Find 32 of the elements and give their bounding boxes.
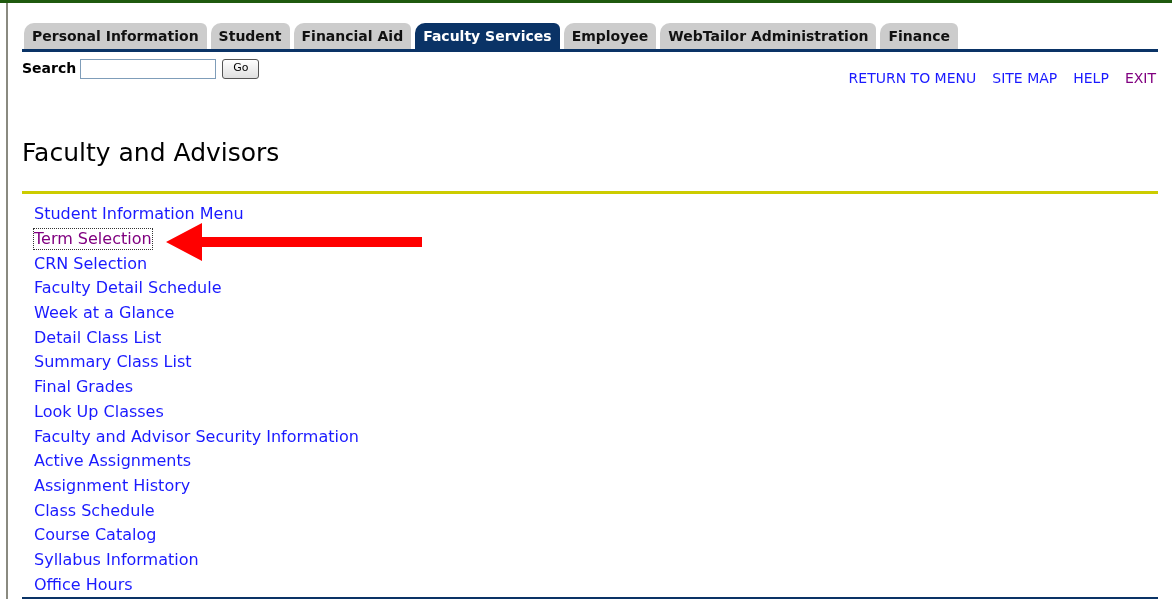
nav-link[interactable]: SITE MAP	[992, 67, 1058, 89]
menu-link[interactable]: Syllabus Information	[34, 549, 199, 570]
menu-link[interactable]: Term Selection	[34, 229, 152, 250]
menu-link[interactable]: Office Hours	[34, 574, 133, 595]
menu-link[interactable]: Look Up Classes	[34, 401, 164, 422]
tab[interactable]: Finance	[880, 23, 958, 49]
menu-link[interactable]: Faculty and Advisor Security Information	[34, 426, 359, 447]
nav-link[interactable]: RETURN TO MENU	[848, 67, 977, 89]
menu-link[interactable]: Assignment History	[34, 475, 191, 496]
menu-link[interactable]: Active Assignments	[34, 451, 192, 472]
menu-link[interactable]: Detail Class List	[34, 327, 162, 348]
tab[interactable]: Employee	[563, 23, 657, 49]
menu-link[interactable]: Class Schedule	[34, 500, 155, 521]
search-field[interactable]	[80, 58, 217, 79]
tab[interactable]: WebTailor Administration	[660, 23, 877, 49]
tab[interactable]: Personal Information	[24, 23, 207, 49]
menu-link[interactable]: CRN Selection	[34, 253, 148, 274]
nav-link[interactable]: HELP	[1073, 67, 1109, 89]
go-button[interactable]: Go	[222, 58, 260, 79]
tab[interactable]: Student	[210, 23, 290, 49]
tab[interactable]: Financial Aid	[293, 23, 412, 49]
arrow-icon	[166, 223, 422, 261]
menu-link[interactable]: Student Information Menu	[34, 204, 244, 225]
menu-link[interactable]: Course Catalog	[34, 525, 157, 546]
page-title: Faculty and Advisors	[22, 136, 281, 169]
menu-link[interactable]: Week at a Glance	[34, 303, 175, 324]
nav-link[interactable]: EXIT	[1124, 67, 1156, 89]
tab[interactable]: Faculty Services	[415, 23, 560, 49]
menu-link[interactable]: Faculty Detail Schedule	[34, 278, 222, 299]
menu-link[interactable]: Final Grades	[34, 377, 134, 398]
search-label: Search	[22, 59, 77, 79]
menu-link[interactable]: Summary Class List	[34, 352, 192, 373]
